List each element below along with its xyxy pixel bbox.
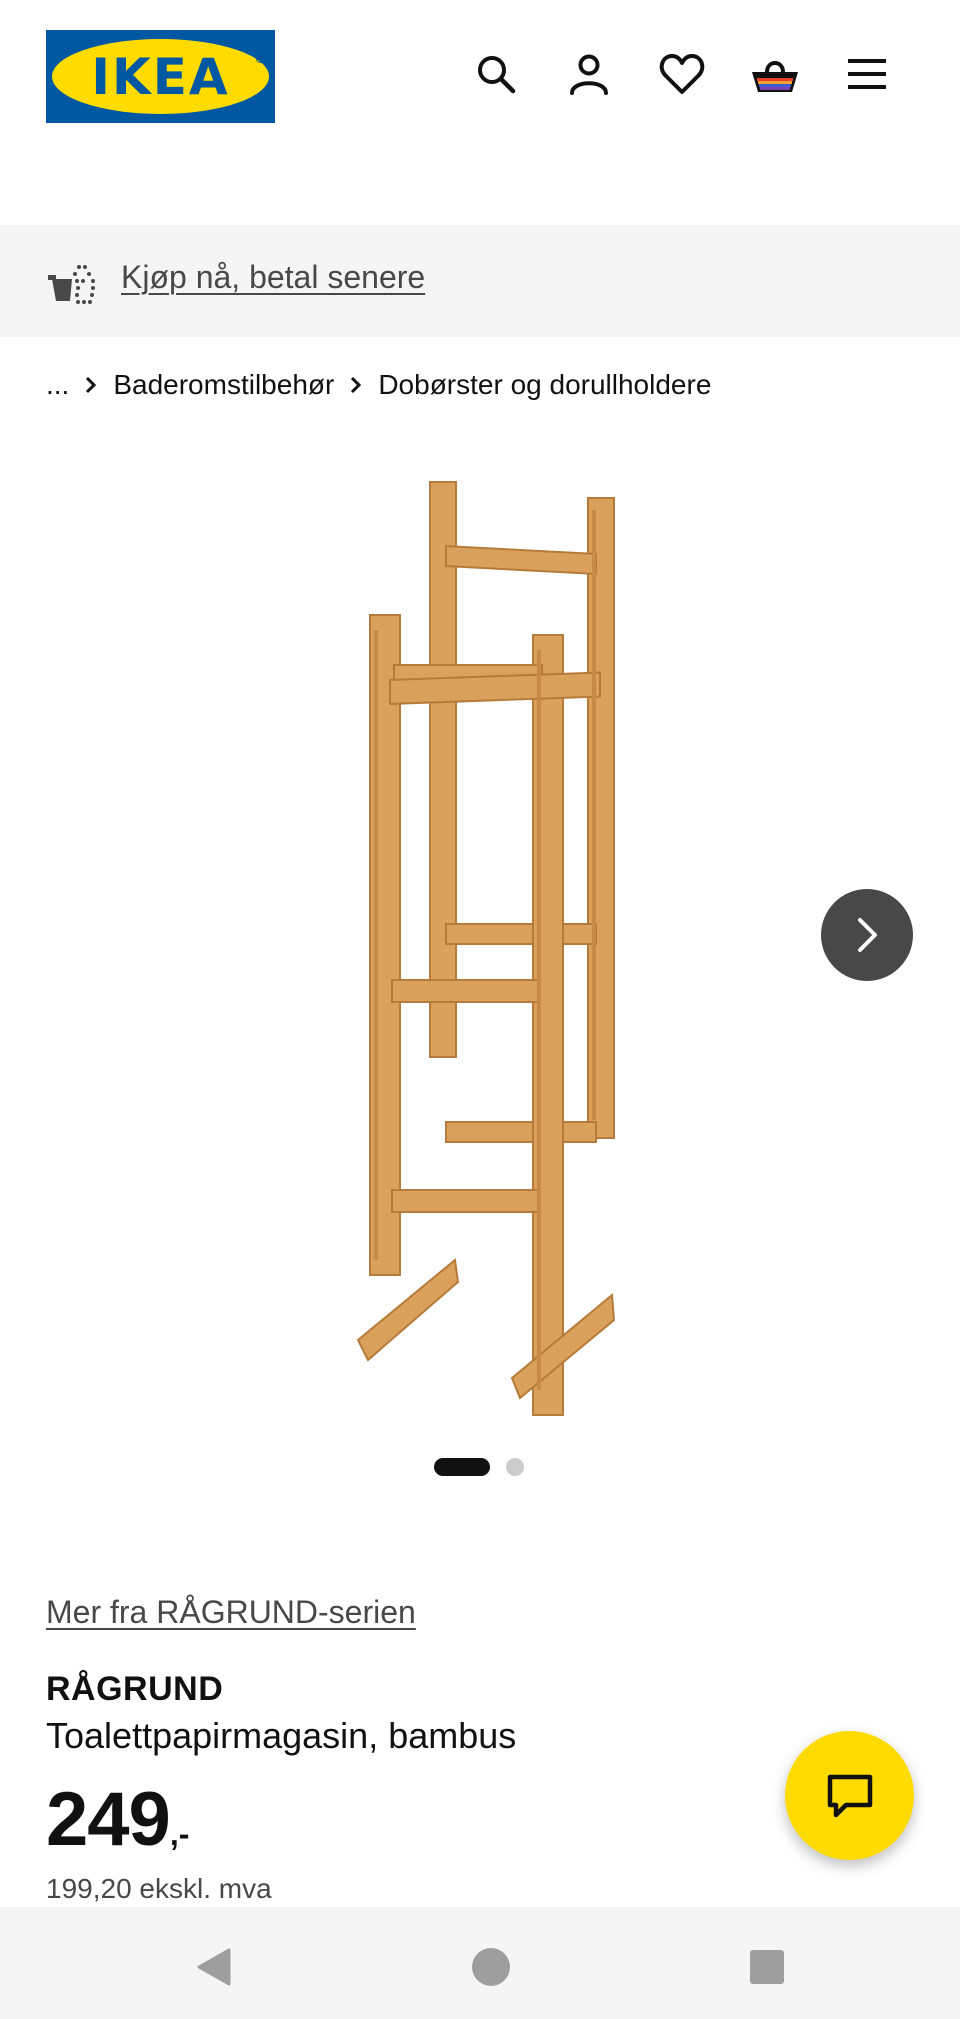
breadcrumb-item[interactable]: Baderomstilbehør <box>113 369 334 401</box>
chat-button[interactable] <box>785 1731 914 1860</box>
system-navigation-bar <box>0 1907 960 2019</box>
breadcrumb: ... Baderomstilbehør Dobørster og dorull… <box>46 365 711 405</box>
heart-icon[interactable] <box>652 44 712 104</box>
home-icon[interactable] <box>461 1937 521 1997</box>
product-price: 249,- <box>46 1776 189 1863</box>
chevron-right-icon <box>334 365 378 405</box>
chevron-right-icon <box>69 365 113 405</box>
promo-link[interactable]: Kjøp nå, betal senere <box>121 259 425 296</box>
product-description: Toalettpapirmagasin, bambus <box>46 1715 517 1756</box>
search-icon[interactable] <box>466 44 526 104</box>
carousel-indicator <box>434 1457 524 1477</box>
ikea-logo[interactable]: IKEA <box>46 30 275 123</box>
recents-icon[interactable] <box>737 1937 797 1997</box>
account-icon[interactable] <box>559 44 619 104</box>
price-suffix: ,- <box>169 1816 190 1852</box>
menu-icon[interactable] <box>837 44 897 104</box>
next-image-button[interactable] <box>821 889 913 981</box>
price-ex-vat: 199,20 ekskl. mva <box>46 1873 272 1904</box>
product-name: RÅGRUND <box>46 1670 224 1708</box>
carousel-dot-active[interactable] <box>434 1458 490 1476</box>
chevron-right-icon <box>858 918 877 952</box>
back-icon[interactable] <box>184 1937 244 1997</box>
series-link[interactable]: Mer fra RÅGRUND-serien <box>46 1594 416 1631</box>
basket-icon[interactable] <box>745 44 805 104</box>
breadcrumb-item[interactable]: Dobørster og dorullholdere <box>378 369 711 401</box>
carousel-dot[interactable] <box>506 1458 524 1476</box>
chat-bubble-icon <box>827 1774 872 1817</box>
price-integer: 249 <box>46 1777 171 1862</box>
promo-banner: Kjøp nå, betal senere <box>0 225 960 337</box>
buy-now-pay-later-icon <box>48 261 98 305</box>
product-gallery[interactable] <box>0 460 960 1420</box>
product-image <box>356 481 616 1416</box>
logo-text: IKEA <box>91 47 230 106</box>
breadcrumb-ellipsis[interactable]: ... <box>46 369 69 401</box>
header: IKEA <box>0 0 960 225</box>
